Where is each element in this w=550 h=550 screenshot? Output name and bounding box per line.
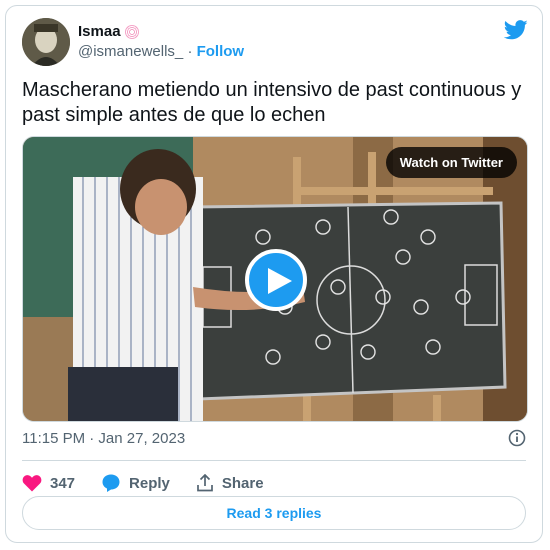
verified-style-badge-icon <box>124 24 139 39</box>
timestamp[interactable]: 11:15 PM · Jan 27, 2023 <box>22 430 185 447</box>
avatar[interactable] <box>22 18 70 66</box>
share-icon <box>197 474 213 492</box>
like-count: 347 <box>50 474 76 492</box>
play-icon[interactable] <box>245 249 307 311</box>
separator: · <box>187 43 193 60</box>
reply-button[interactable]: Reply <box>101 473 170 493</box>
video-thumbnail[interactable]: Watch on Twitter <box>22 136 528 422</box>
heart-icon <box>22 475 42 492</box>
reply-label: Reply <box>129 474 170 492</box>
author-name[interactable]: Ismaa <box>78 23 121 40</box>
info-icon[interactable] <box>508 429 526 451</box>
tweet-meta: 11:15 PM · Jan 27, 2023 <box>22 429 526 447</box>
like-button[interactable]: 347 <box>22 474 75 492</box>
tweet-card: Ismaa @ismanewells_ · Follow Mascherano … <box>5 5 543 543</box>
handle-row: @ismanewells_ · Follow <box>78 43 244 60</box>
share-label: Share <box>221 474 264 492</box>
twitter-bird-icon[interactable] <box>503 20 528 45</box>
author-name-row[interactable]: Ismaa <box>78 23 139 40</box>
share-button[interactable]: Share <box>196 474 264 492</box>
watch-on-twitter-button[interactable]: Watch on Twitter <box>385 147 517 178</box>
tweet-text: Mascherano metiendo un intensivo de past… <box>22 79 522 126</box>
read-replies-button[interactable]: Read 3 replies <box>22 496 526 530</box>
author-handle[interactable]: @ismanewells_ <box>78 43 183 60</box>
follow-button[interactable]: Follow <box>197 43 245 60</box>
reply-bubble-icon <box>102 474 120 492</box>
divider <box>22 460 526 461</box>
action-bar: 347 Reply Share <box>22 468 290 498</box>
